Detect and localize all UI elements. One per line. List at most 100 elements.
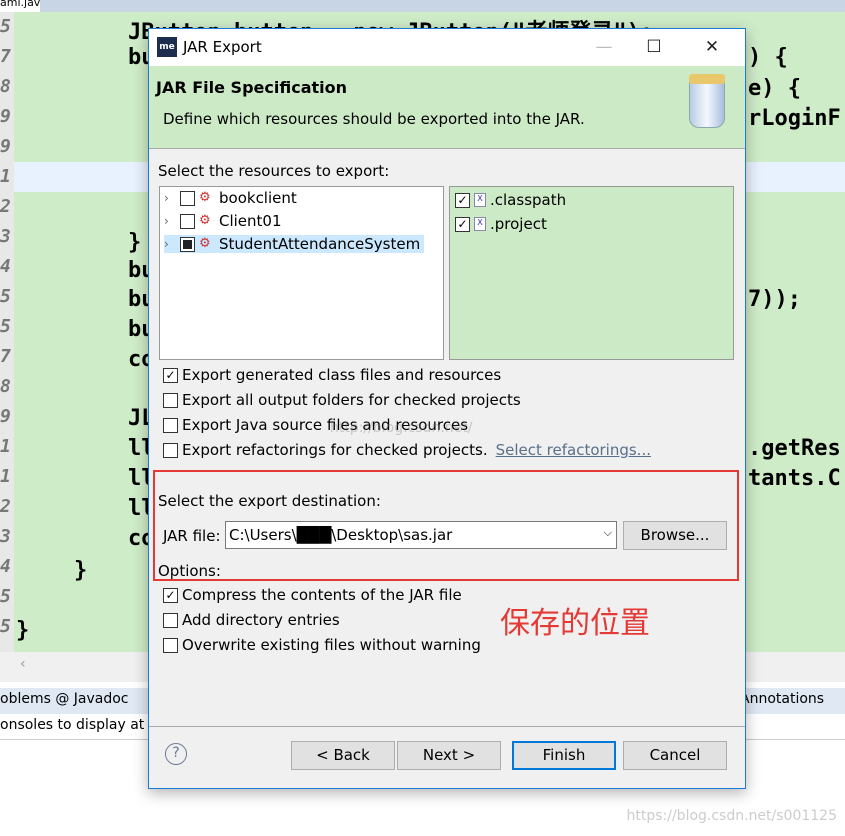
option-label: Compress the contents of the JAR file: [182, 586, 462, 604]
resources-label: Select the resources to export:: [158, 162, 390, 180]
line-number: 5: [0, 16, 11, 37]
code-line: }: [16, 618, 30, 643]
line-number: 1: [0, 436, 11, 457]
tab-annotations[interactable]: Annotations: [740, 691, 824, 707]
xml-file-icon: X: [474, 217, 486, 231]
code-line: .getRes: [748, 436, 841, 461]
chevron-right-icon[interactable]: ›: [164, 191, 176, 205]
chevron-right-icon[interactable]: ›: [164, 214, 176, 228]
checkbox[interactable]: [180, 213, 195, 229]
option-label: Export generated class files and resourc…: [182, 366, 502, 384]
code-line: e) {: [748, 76, 801, 101]
line-number: 7: [0, 346, 11, 367]
java-project-icon: ⚙: [199, 236, 211, 251]
option-checkbox[interactable]: ✓ Compress the contents of the JAR file: [163, 586, 462, 604]
line-number: 9: [0, 136, 11, 157]
line-number: 7: [0, 46, 11, 67]
tree-item-project[interactable]: › ⚙ Client01: [164, 212, 282, 230]
checkbox[interactable]: ✓: [455, 192, 470, 208]
checkbox[interactable]: [163, 612, 178, 628]
option-label: Export refactorings for checked projects…: [182, 441, 488, 459]
title-bar[interactable]: me JAR Export — ☐ ✕: [149, 29, 745, 66]
line-number: 9: [0, 106, 11, 127]
select-refactorings-link[interactable]: Select refactorings...: [496, 441, 651, 459]
line-number: 5: [0, 316, 11, 337]
file-name: .classpath: [490, 191, 567, 209]
option-label: Add directory entries: [182, 611, 340, 629]
option-checkbox[interactable]: Add directory entries: [163, 611, 340, 629]
file-list[interactable]: ✓ X .classpath ✓ X .project: [449, 186, 734, 360]
checkbox[interactable]: ✓: [455, 216, 470, 232]
option-checkbox[interactable]: Export all output folders for checked pr…: [163, 391, 521, 409]
checkbox[interactable]: ✓: [163, 367, 178, 383]
divider: [149, 726, 745, 727]
line-number: 8: [0, 76, 11, 97]
line-number: 1: [0, 166, 11, 187]
checkbox[interactable]: [180, 236, 195, 252]
center-watermark: http://blog.csdn.net/: [330, 420, 473, 436]
line-number: 3: [0, 226, 11, 247]
dialog-title: JAR Export: [183, 38, 262, 56]
checkbox[interactable]: ✓: [163, 587, 178, 603]
cancel-button[interactable]: Cancel: [623, 741, 727, 770]
tree-item-project[interactable]: › ⚙ StudentAttendanceSystem: [164, 235, 425, 253]
wizard-description: Define which resources should be exporte…: [163, 110, 585, 128]
line-number: 2: [0, 496, 11, 517]
tree-item-project[interactable]: › ⚙ bookclient: [164, 189, 297, 207]
file-item[interactable]: ✓ X .classpath: [455, 191, 566, 209]
editor-tab-bar: [0, 0, 845, 12]
line-number: 4: [0, 556, 11, 577]
option-checkbox[interactable]: ✓ Export generated class files and resour…: [163, 366, 501, 384]
help-icon[interactable]: ?: [165, 743, 187, 765]
views-tabs-left[interactable]: oblems @ Javadoc: [0, 691, 129, 707]
code-line: ) {: [748, 45, 788, 70]
checkbox[interactable]: [180, 190, 195, 206]
back-button[interactable]: < Back: [291, 741, 395, 770]
chevron-right-icon[interactable]: ›: [164, 237, 176, 251]
checkbox[interactable]: [163, 392, 178, 408]
project-tree[interactable]: › ⚙ bookclient › ⚙ Client01 › ⚙ StudentAttendanc…: [159, 186, 444, 360]
xml-file-icon: X: [474, 193, 486, 207]
line-number: 5: [0, 286, 11, 307]
file-item[interactable]: ✓ X .project: [455, 215, 547, 233]
option-checkbox[interactable]: Export refactorings for checked projects…: [163, 441, 651, 459]
line-number: 4: [0, 256, 11, 277]
project-name: StudentAttendanceSystem: [219, 235, 421, 253]
checkbox[interactable]: [163, 417, 178, 433]
checkbox[interactable]: [163, 442, 178, 458]
java-project-icon: ⚙: [199, 190, 211, 205]
line-number: 1: [0, 466, 11, 487]
line-number: 5: [0, 616, 11, 637]
project-name: Client01: [219, 212, 282, 230]
finish-button[interactable]: Finish: [512, 741, 616, 770]
highlight-box: [153, 470, 739, 581]
close-button[interactable]: ✕: [697, 35, 727, 59]
maximize-button[interactable]: ☐: [639, 35, 669, 59]
annotation-text: 保存的位置: [500, 606, 650, 641]
option-label: Overwrite existing files without warning: [182, 636, 481, 654]
line-number: 5: [0, 586, 11, 607]
code-line: }: [74, 558, 88, 583]
code-line: rLoginF: [748, 106, 841, 131]
project-name: bookclient: [219, 189, 297, 207]
file-name: .project: [490, 215, 547, 233]
minimize-button[interactable]: —: [589, 35, 619, 59]
code-line: 7));: [748, 287, 801, 312]
eclipse-app-icon: me: [157, 37, 177, 57]
line-number: 2: [0, 196, 11, 217]
java-project-icon: ⚙: [199, 213, 211, 228]
option-checkbox[interactable]: Overwrite existing files without warning: [163, 636, 481, 654]
watermark: https://blog.csdn.net/s001125: [626, 808, 838, 824]
jar-export-dialog: me JAR Export — ☐ ✕ JAR File Specificati…: [148, 28, 746, 789]
line-number: 3: [0, 526, 11, 547]
checkbox[interactable]: [163, 637, 178, 653]
next-button[interactable]: Next >: [397, 741, 501, 770]
wizard-header: JAR File Specification Define which reso…: [149, 66, 745, 149]
line-number: 8: [0, 376, 11, 397]
option-label: Export all output folders for checked pr…: [182, 391, 521, 409]
code-line: tants.C: [748, 466, 841, 491]
line-number: 9: [0, 406, 11, 427]
wizard-title: JAR File Specification: [156, 78, 347, 97]
jar-lid-icon: [689, 74, 725, 84]
editor-tab[interactable]: ami.java: [0, 0, 40, 12]
